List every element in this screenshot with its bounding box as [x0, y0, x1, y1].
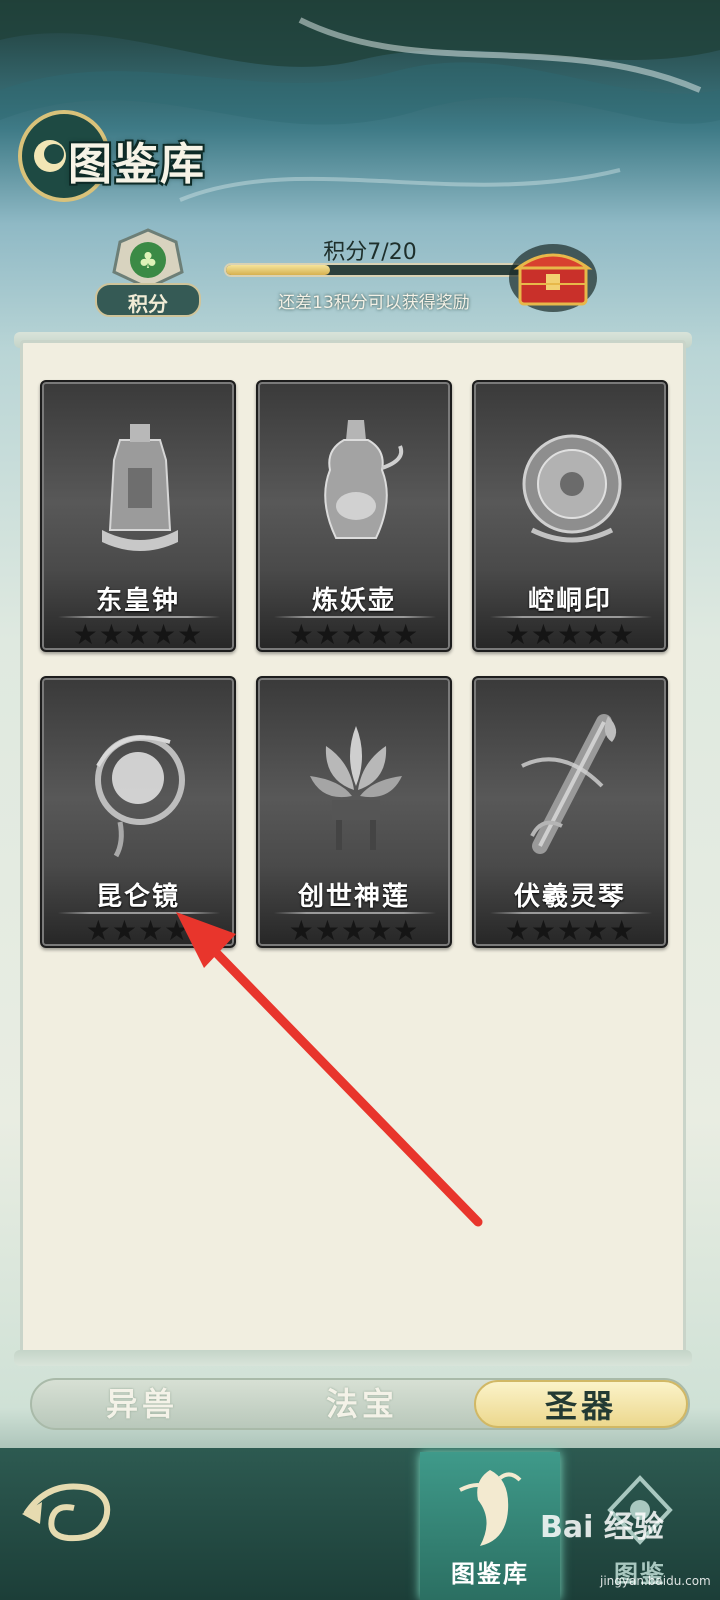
card-name: 昆仑镜: [95, 882, 180, 912]
card-stars: ★★★★★: [504, 618, 636, 651]
card-name: 伏羲灵琴: [513, 882, 626, 912]
card-item[interactable]: 东皇钟 ★★★★★: [40, 380, 236, 652]
pot-icon: [324, 420, 404, 539]
card-item[interactable]: 创世神莲 ★★★★★: [256, 676, 452, 948]
back-icon[interactable]: [18, 1474, 114, 1554]
zither-icon: [521, 714, 617, 854]
reward-progress-bar: [224, 263, 524, 277]
card-item[interactable]: 伏羲灵琴 ★★★★★: [472, 676, 668, 948]
page-title: 图鉴库: [68, 139, 206, 190]
card-item[interactable]: 昆仑镜 ★★★★: [40, 676, 236, 948]
seal-icon: [522, 434, 622, 543]
bell-icon: [102, 424, 178, 551]
points-badge-label: 积分: [128, 292, 168, 316]
lotus-icon: [310, 726, 402, 850]
category-tabs: 异兽 法宝 圣器: [30, 1378, 690, 1430]
watermark-sub: jingyan.baidu.com: [600, 1574, 711, 1588]
card-name: 东皇钟: [95, 586, 180, 616]
svg-text:♣: ♣: [138, 249, 158, 274]
card-stars: ★★★★★: [288, 618, 420, 651]
card-stars: ★★★★★: [504, 914, 636, 947]
score-text: 积分7/20: [323, 240, 417, 265]
watermark: Bai 经验: [540, 1510, 664, 1545]
tab-fabao[interactable]: 法宝: [282, 1380, 442, 1428]
card-stars: ★★★★★: [288, 914, 420, 947]
card-name: 创世神莲: [297, 882, 410, 912]
card-stars: ★★★★: [85, 914, 191, 947]
reward-progress-fill: [226, 265, 330, 275]
panel-bottom-border: [14, 1350, 692, 1366]
reward-hint: 还差13积分可以获得奖励: [278, 293, 470, 313]
tab-yishou[interactable]: 异兽: [62, 1380, 222, 1428]
mirror-icon: [95, 735, 185, 858]
card-name: 炼妖壶: [311, 586, 396, 616]
card-name: 崆峒印: [527, 586, 612, 616]
fox-icon: [459, 1470, 522, 1546]
card-stars: ★★★★★: [72, 618, 204, 651]
tab-shengqi[interactable]: 圣器: [474, 1380, 688, 1428]
card-item[interactable]: 崆峒印 ★★★★★: [472, 380, 668, 652]
nav-tujianku-label: 图鉴库: [451, 1559, 529, 1588]
card-item[interactable]: 炼妖壶 ★★★★★: [256, 380, 452, 652]
treasure-chest-icon[interactable]: [508, 236, 598, 314]
